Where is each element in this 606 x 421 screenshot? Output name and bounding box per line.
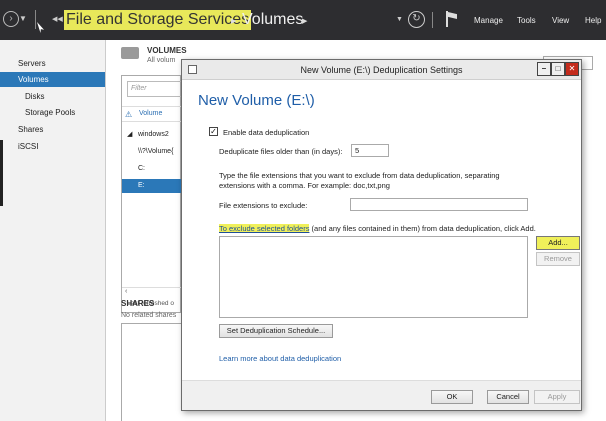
volumes-list-panel: Filter ⚠ Volume ◢ windows2 \\?\Volume{ C… (121, 75, 182, 313)
flag-cloth (448, 12, 457, 19)
minimize-icon[interactable]: – (537, 62, 551, 76)
background-right-area (582, 40, 606, 421)
folders-help-text: To exclude selected folders (and any fil… (219, 224, 536, 233)
volumes-subtitle: All volum (147, 57, 176, 64)
excluded-folders-list[interactable] (219, 236, 528, 318)
remove-folder-button[interactable]: Remove (536, 252, 580, 266)
extensions-help-line-2: extensions with a comma. For example: do… (219, 181, 390, 190)
flag-pole (446, 11, 448, 27)
sidebar-item-iscsi[interactable]: iSCSI (18, 142, 38, 151)
sidebar-item-volumes[interactable]: Volumes (18, 75, 49, 84)
breadcrumb-overflow-icon[interactable]: ◀◀ (52, 15, 63, 23)
scroll-left-icon[interactable]: ‹ (125, 288, 127, 295)
extensions-label: File extensions to exclude: (219, 201, 308, 210)
volume-row-label: windows2 (138, 131, 169, 138)
volume-row-selected[interactable]: E: (122, 179, 182, 193)
maximize-icon[interactable]: □ (551, 62, 565, 76)
sidebar-item-storage-pools[interactable]: Storage Pools (25, 108, 75, 117)
volume-column-label: Volume (139, 110, 163, 117)
cancel-button[interactable]: Cancel (487, 390, 529, 404)
add-folder-button[interactable]: Add... (536, 236, 580, 250)
nav-scroll-marker (0, 140, 3, 206)
shares-panel (121, 323, 181, 421)
volumes-content: VOLUMES All volum Filter ⚠ Volume ◢ wind… (107, 40, 187, 421)
nav-selection-highlight (0, 72, 105, 87)
ok-button[interactable]: OK (431, 390, 473, 404)
dialog-title: New Volume (E:\) Deduplication Settings (300, 65, 463, 75)
breadcrumb-separator-icon: ▶ (231, 18, 237, 25)
menu-help[interactable]: Help (585, 16, 601, 25)
enable-dedup-checkbox[interactable]: ✓ (209, 127, 218, 136)
extensions-input[interactable] (350, 198, 528, 211)
volumes-title: VOLUMES (147, 46, 187, 55)
breadcrumb-current[interactable]: Volumes (242, 10, 303, 30)
volume-row-label: E: (138, 182, 145, 189)
notifications-flag-icon[interactable] (446, 11, 458, 27)
sidebar-item-disks[interactable]: Disks (25, 92, 45, 101)
shares-title: SHARES (121, 299, 155, 308)
expand-caret-icon[interactable]: ◢ (127, 128, 132, 142)
volume-row[interactable]: ◢ windows2 (122, 128, 182, 142)
days-label: Deduplicate files older than (in days): (219, 147, 343, 156)
refresh-icon[interactable]: ↻ (408, 11, 425, 28)
menu-tools[interactable]: Tools (517, 16, 536, 25)
menu-view[interactable]: View (552, 16, 569, 25)
folders-help-highlight: To exclude selected folders (219, 224, 310, 233)
warning-icon: ⚠ (125, 110, 133, 119)
menu-manage[interactable]: Manage (474, 16, 503, 25)
breadcrumb-root[interactable]: File and Storage Services (64, 10, 252, 30)
dedup-settings-dialog: New Volume (E:\) Deduplication Settings … (181, 59, 582, 411)
sidebar-item-servers[interactable]: Servers (18, 59, 46, 68)
left-navigation: Servers Volumes Disks Storage Pools Shar… (0, 40, 106, 421)
mouse-cursor-icon (37, 22, 44, 33)
close-icon[interactable]: ✕ (565, 62, 579, 76)
history-dropdown-icon[interactable]: ▼ (19, 14, 27, 23)
header-divider (432, 12, 433, 28)
breadcrumb-dropdown-icon[interactable]: ▼ (396, 16, 403, 23)
volumes-filter-input[interactable]: Filter (127, 81, 182, 97)
header-divider (35, 10, 36, 29)
apply-button[interactable]: Apply (534, 390, 580, 404)
dialog-heading: New Volume (E:\) (198, 92, 315, 109)
extensions-help-line-1: Type the file extensions that you want t… (219, 171, 500, 180)
server-manager-header: › ▼ ◀◀ File and Storage Services ▶ Volum… (0, 0, 606, 40)
volume-row[interactable]: \\?\Volume{ (122, 145, 182, 159)
volume-drive-icon (121, 47, 139, 59)
back-arrow-icon[interactable]: › (3, 11, 19, 27)
breadcrumb-next-icon[interactable]: ▶ (302, 17, 307, 25)
dialog-titlebar[interactable]: New Volume (E:\) Deduplication Settings … (182, 60, 581, 80)
volumes-column-header[interactable]: ⚠ Volume (122, 106, 182, 122)
volume-row-label: \\?\Volume{ (138, 148, 174, 155)
shares-subtitle: No related shares (121, 312, 177, 319)
set-schedule-button[interactable]: Set Deduplication Schedule... (219, 324, 333, 338)
volume-row[interactable]: C: (122, 162, 182, 176)
horizontal-scrollbar[interactable]: ‹ (122, 287, 182, 297)
learn-more-link[interactable]: Learn more about data deduplication (219, 354, 341, 363)
enable-dedup-label: Enable data deduplication (223, 128, 310, 137)
volume-row-label: C: (138, 165, 145, 172)
sidebar-item-shares[interactable]: Shares (18, 125, 43, 134)
days-input[interactable]: 5 (351, 144, 389, 157)
folders-help-rest: (and any files contained in them) from d… (309, 224, 536, 233)
